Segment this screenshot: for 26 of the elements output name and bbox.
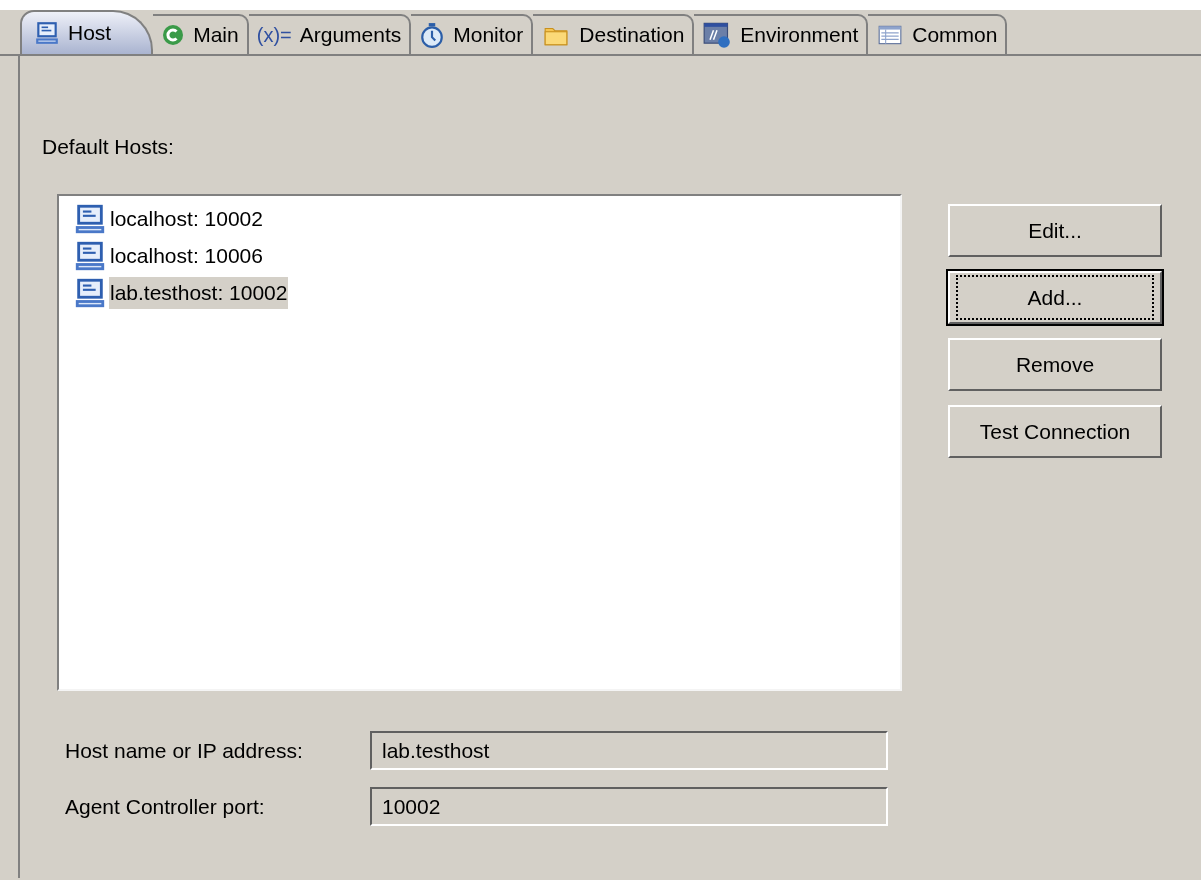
tab[interactable]: Main [153, 14, 249, 54]
button[interactable]: Edit... [948, 204, 1162, 257]
arguments-icon: (x)= [256, 20, 292, 50]
field-label: Host name or IP address: [65, 737, 304, 764]
list-item[interactable]: localhost: 10006 [109, 240, 264, 272]
field-label: Agent Controller port: [65, 793, 266, 820]
tab[interactable]: Destination [533, 14, 695, 54]
button[interactable]: Add... [948, 271, 1162, 324]
computer-icon [73, 239, 107, 273]
tab[interactable]: Environment [694, 14, 869, 54]
tab[interactable]: Monitor [411, 14, 534, 54]
circle-c-icon [161, 23, 186, 47]
section-label: Default Hosts: [42, 134, 174, 160]
tab[interactable]: Host [20, 10, 154, 54]
window-globe-icon [702, 21, 733, 49]
list-item[interactable]: lab.testhost: 10002 [109, 277, 289, 309]
button[interactable]: Remove [948, 338, 1162, 391]
computer-icon [73, 276, 107, 310]
computer-icon [73, 202, 107, 236]
list-item[interactable]: localhost: 10002 [109, 203, 264, 235]
button[interactable]: Test Connection [948, 405, 1162, 458]
computer-icon [34, 20, 60, 46]
tab[interactable]: (x)= Arguments [248, 14, 412, 54]
tab[interactable]: Common [868, 14, 1008, 54]
stopwatch-icon [419, 22, 446, 48]
host-list[interactable]: localhost: 10002 localhost: 10006 lab.testhost: 10002 [57, 194, 902, 691]
